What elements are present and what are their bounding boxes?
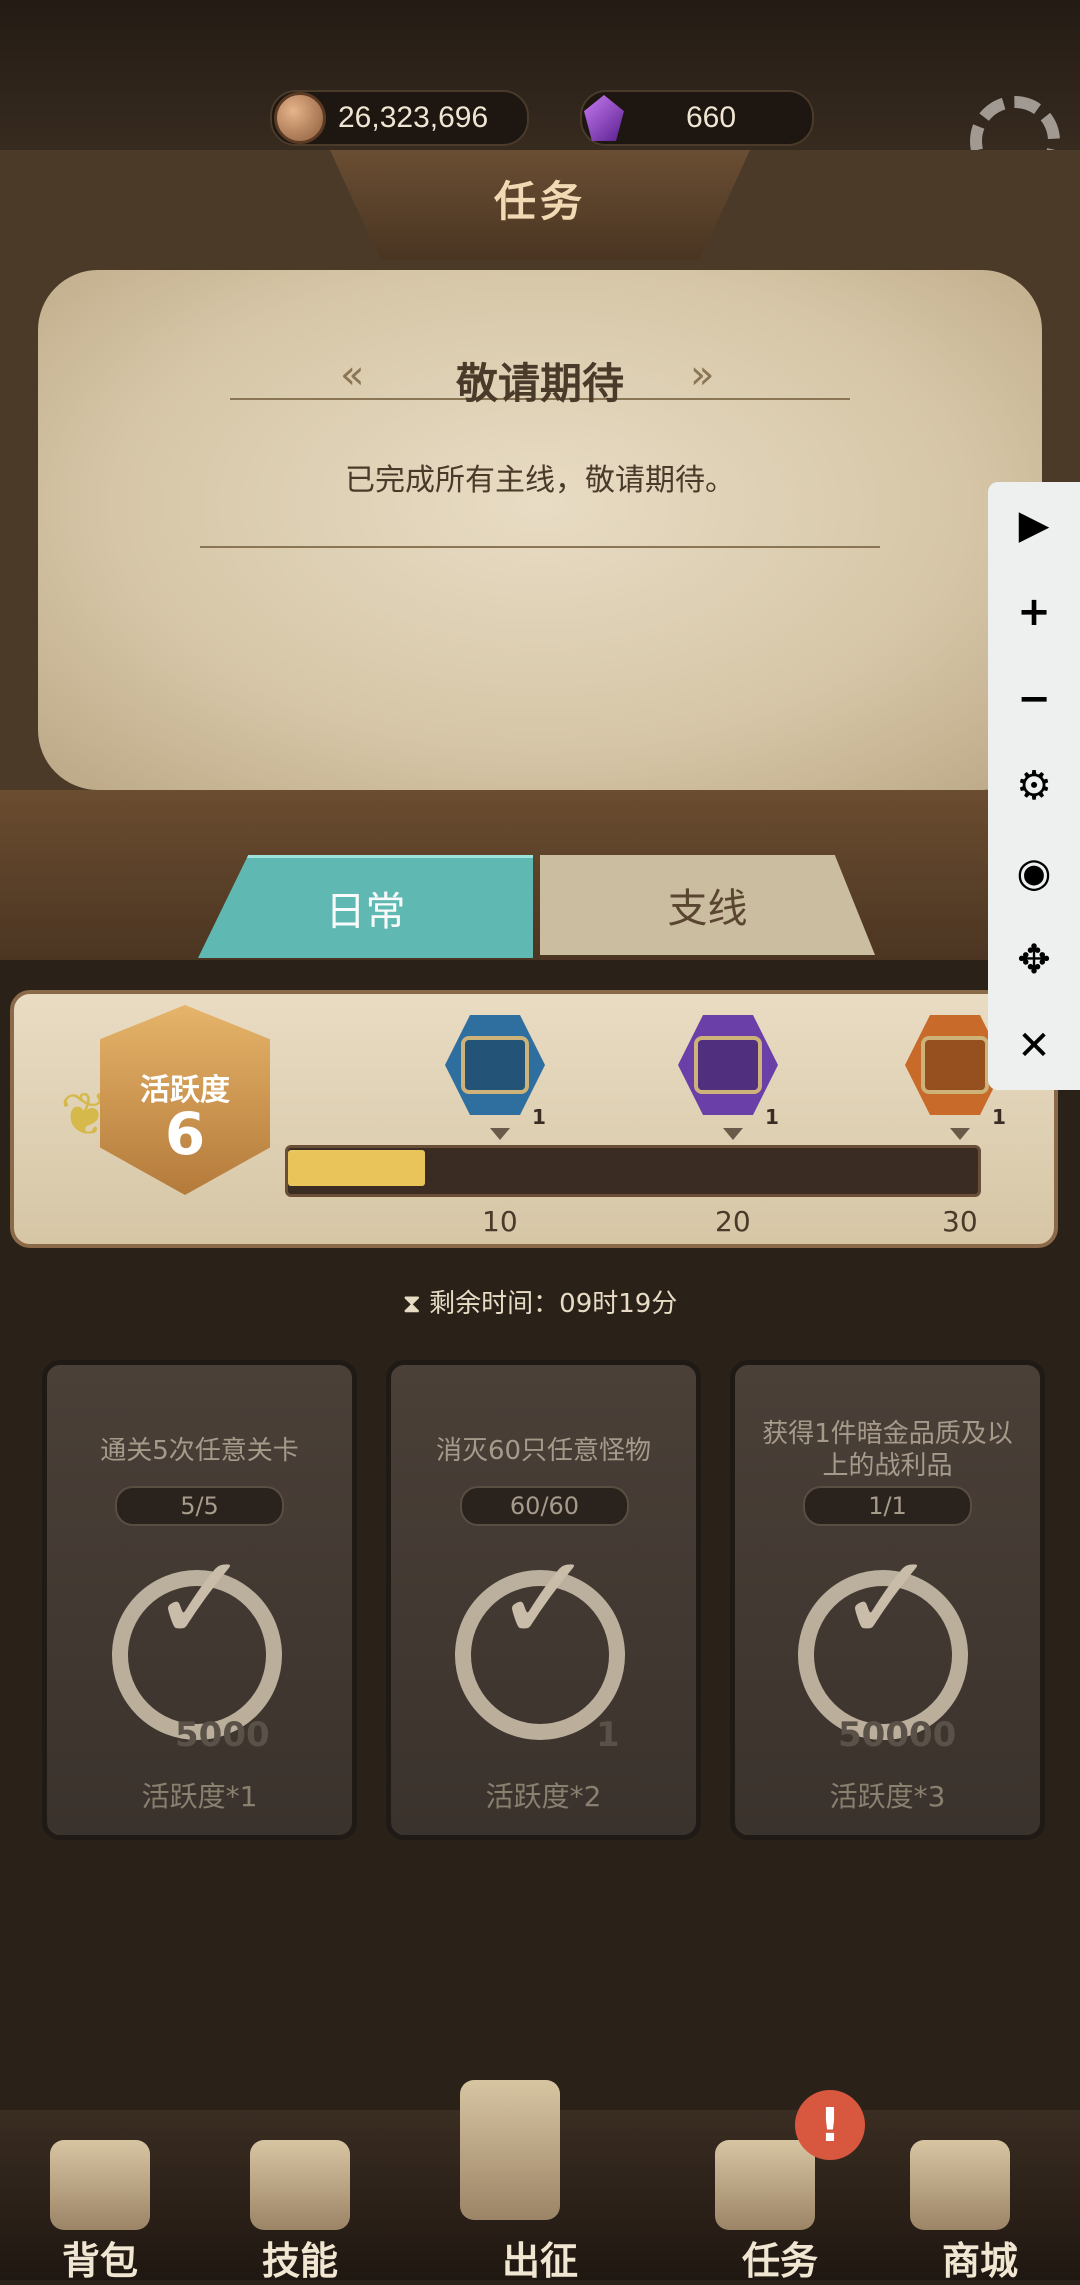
main-quest-description: 已完成所有主线，敬请期待。 — [345, 463, 735, 498]
task-progress: 60/60 — [460, 1486, 629, 1526]
milestone-20: 20 — [715, 1205, 751, 1238]
close-icon[interactable]: ✕ — [1004, 1023, 1064, 1069]
gem-icon — [584, 95, 624, 141]
checkmark-icon: ✓ — [837, 1530, 938, 1669]
milestone-marker — [723, 1128, 743, 1140]
activity-value: 6 — [164, 1100, 206, 1168]
activity-progress-fill — [288, 1150, 425, 1186]
chest-icon — [921, 1036, 989, 1094]
backpack-icon[interactable] — [50, 2140, 150, 2230]
tab-daily[interactable]: 日常 — [198, 855, 533, 958]
nav-expedition[interactable]: 出征 — [460, 2230, 620, 2285]
remaining-time: ⧗ 剩余时间：09时19分 — [0, 1283, 1080, 1320]
nav-shop[interactable]: 商城 — [900, 2230, 1060, 2285]
coin-amount: 26,323,696 — [338, 101, 489, 134]
milestone-marker — [490, 1128, 510, 1140]
checkmark-icon: ✓ — [150, 1530, 251, 1669]
sword-icon[interactable] — [460, 2080, 560, 2220]
main-quest-parchment — [38, 270, 1042, 790]
checkmark-icon: ✓ — [494, 1530, 595, 1669]
chest-count-30: 1 — [992, 1105, 1006, 1129]
move-icon[interactable]: ✥ — [1004, 937, 1064, 983]
tab-side-quest[interactable]: 支线 — [540, 855, 875, 955]
play-icon[interactable]: ▶ — [1004, 502, 1064, 548]
main-quest-title: 敬请期待 — [455, 359, 624, 408]
skill-book-icon[interactable] — [250, 2140, 350, 2230]
hourglass-icon: ⧗ — [402, 1289, 430, 1319]
task-activity-reward: 活跃度*2 — [485, 1780, 602, 1813]
coin-counter: 26,323,696 — [270, 90, 529, 146]
chest-count-20: 1 — [765, 1105, 779, 1129]
settings-icon[interactable]: ⚙ — [1004, 763, 1064, 809]
zoom-out-icon[interactable]: − — [1004, 676, 1064, 722]
gem-counter: 660 — [580, 90, 814, 146]
task-reward-amount: 1 — [596, 1715, 620, 1755]
task-title: 获得1件暗金品质及以上的战利品 — [762, 1419, 1013, 1481]
floating-toolbar: ▶ + − ⚙ ◉ ✥ ✕ — [988, 482, 1080, 1090]
task-reward-amount: 50000 — [838, 1715, 957, 1755]
task-reward-amount: 5000 — [175, 1715, 270, 1755]
top-bar — [0, 0, 1080, 170]
chest-icon — [461, 1036, 529, 1094]
task-activity-reward: 活跃度*3 — [829, 1780, 946, 1813]
zoom-in-icon[interactable]: + — [1004, 589, 1064, 635]
gem-amount: 660 — [686, 101, 737, 134]
nav-skills[interactable]: 技能 — [220, 2230, 380, 2285]
task-activity-reward: 活跃度*1 — [141, 1780, 258, 1813]
task-title: 通关5次任意关卡 — [100, 1436, 299, 1466]
eye-icon[interactable]: ◉ — [1004, 850, 1064, 896]
remaining-time-text: 剩余时间：09时19分 — [429, 1289, 678, 1319]
coin-icon — [274, 92, 326, 144]
task-progress: 1/1 — [803, 1486, 972, 1526]
page-title: 任务 — [493, 177, 586, 226]
nav-tasks[interactable]: 任务 — [700, 2230, 860, 2285]
milestone-marker — [950, 1128, 970, 1140]
task-title: 消灭60只任意怪物 — [435, 1436, 652, 1466]
chest-icon — [694, 1036, 762, 1094]
horn-icon[interactable] — [715, 2140, 815, 2230]
milestone-30: 30 — [942, 1205, 978, 1238]
alert-badge: ! — [795, 2090, 865, 2160]
nav-backpack[interactable]: 背包 — [20, 2230, 180, 2285]
milestone-10: 10 — [482, 1205, 518, 1238]
description-divider — [200, 546, 880, 548]
shop-icon[interactable] — [910, 2140, 1010, 2230]
task-progress: 5/5 — [115, 1486, 284, 1526]
chest-count-10: 1 — [532, 1105, 546, 1129]
